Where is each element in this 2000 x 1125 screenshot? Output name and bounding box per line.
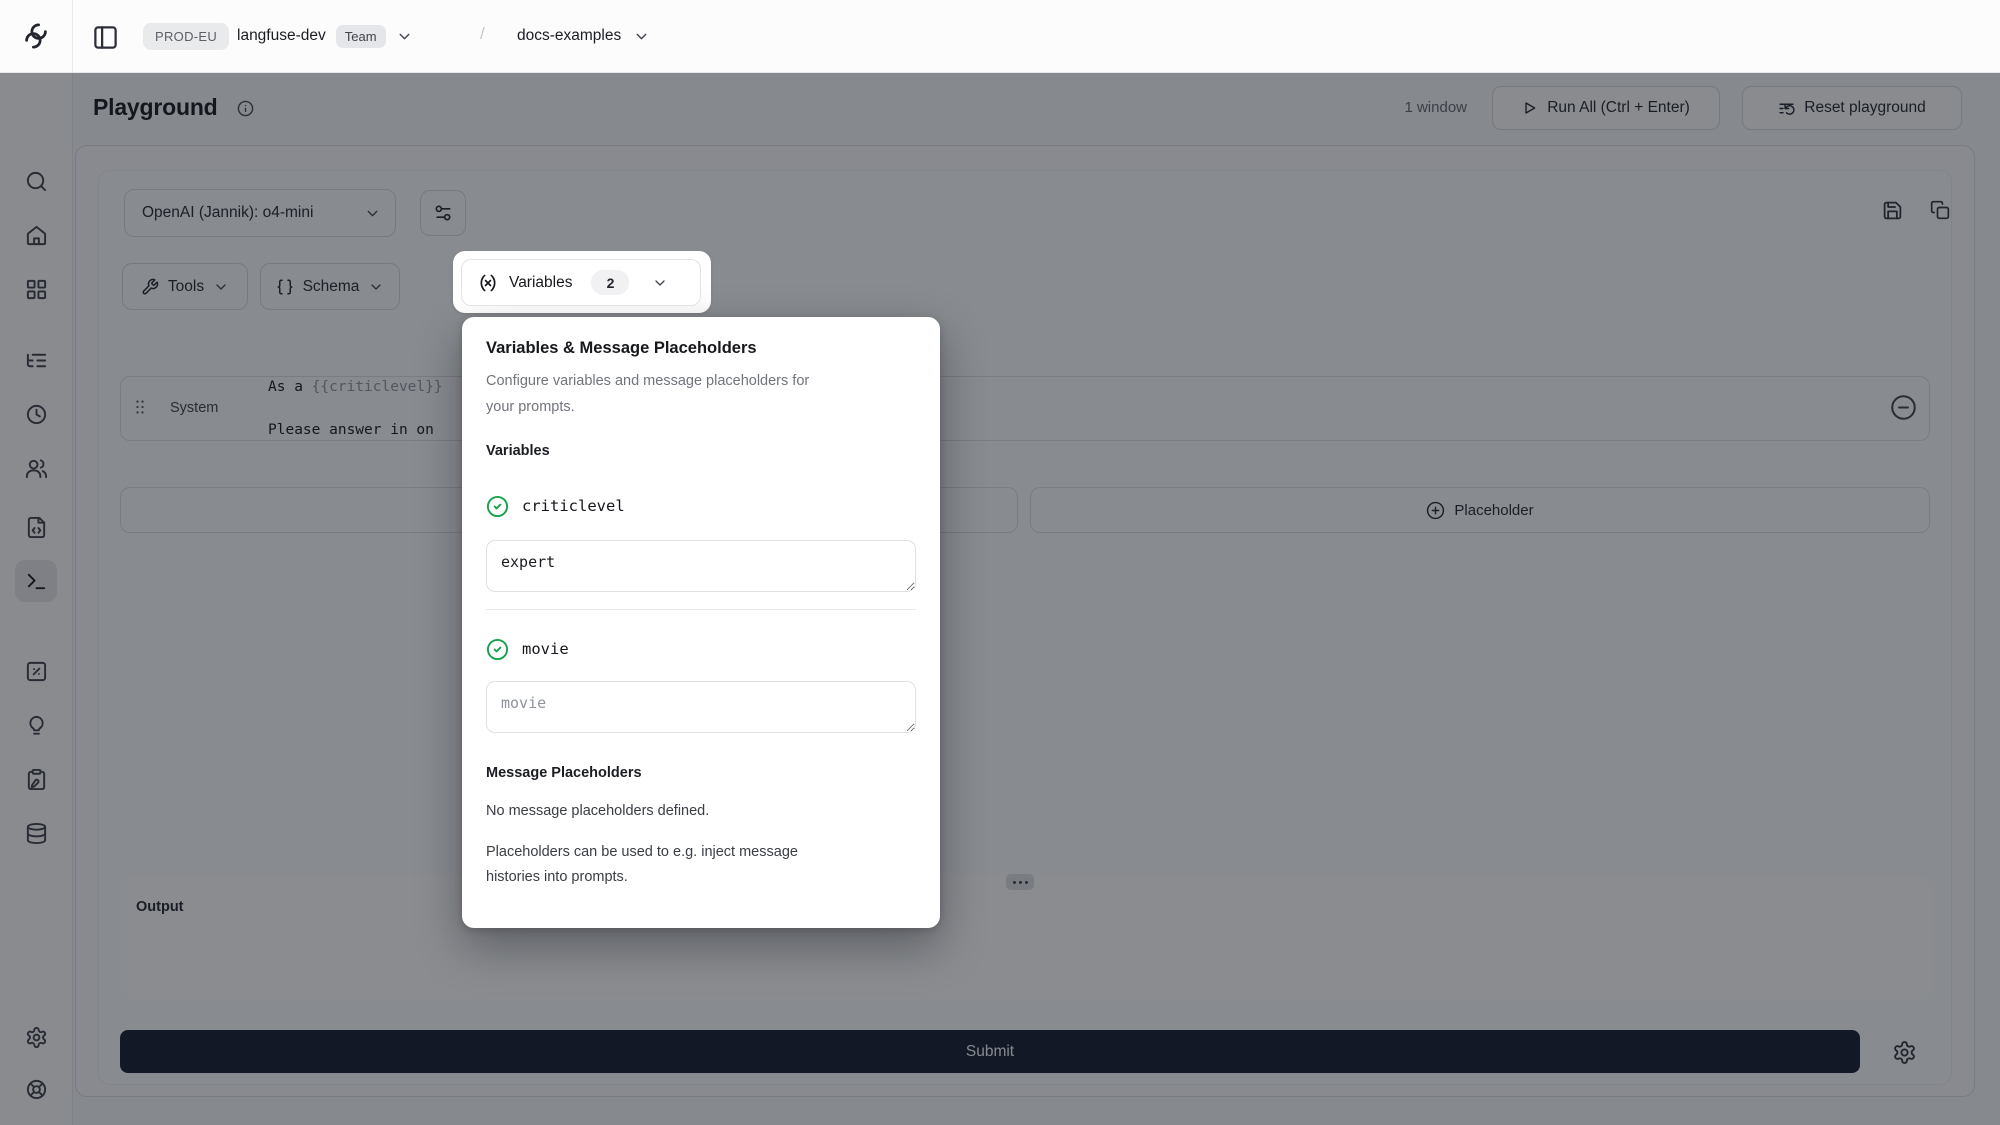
variables-popover: Variables & Message Placeholders Configu…	[462, 317, 940, 928]
divider	[486, 609, 916, 610]
popover-description: Configure variables and message placehol…	[486, 368, 836, 420]
logo-cell	[0, 0, 73, 72]
placeholders-hint-text: Placeholders can be used to e.g. inject …	[486, 840, 836, 890]
variable-value-input[interactable]: expert	[486, 540, 916, 592]
variables-label: Variables	[509, 274, 572, 292]
environment-badge: PROD-EU	[143, 23, 229, 50]
langfuse-logo-icon	[21, 21, 51, 51]
circle-check-icon	[486, 638, 509, 661]
variables-section-heading: Variables	[486, 442, 916, 460]
variable-icon	[478, 273, 498, 293]
circle-check-icon	[486, 495, 509, 518]
chevron-down-icon	[633, 28, 650, 45]
chevron-down-icon	[396, 28, 413, 45]
variable-row: movie	[486, 636, 916, 662]
chevron-down-icon	[652, 275, 668, 291]
variable-name: movie	[522, 640, 569, 658]
org-switcher[interactable]: langfuse-dev Team	[237, 16, 413, 56]
org-name: langfuse-dev	[237, 27, 326, 45]
popover-title: Variables & Message Placeholders	[486, 337, 916, 359]
project-switcher[interactable]: docs-examples	[517, 16, 650, 56]
variables-dropdown[interactable]: Variables 2	[461, 259, 701, 306]
sidebar-toggle-button[interactable]	[90, 22, 120, 52]
variable-value-input[interactable]	[486, 681, 916, 733]
variables-count-badge: 2	[591, 270, 629, 295]
variable-name: criticlevel	[522, 497, 625, 515]
project-name: docs-examples	[517, 27, 621, 45]
top-navbar: PROD-EU langfuse-dev Team / docs-example…	[0, 0, 2000, 73]
variable-row: criticlevel	[486, 493, 916, 519]
placeholders-section-heading: Message Placeholders	[486, 764, 916, 782]
playground-page: PROD-EU langfuse-dev Team / docs-example…	[0, 0, 2000, 1125]
dialog-overlay[interactable]	[0, 73, 2000, 1125]
panel-left-icon	[92, 24, 119, 51]
breadcrumb-separator: /	[480, 24, 485, 44]
placeholders-empty-text: No message placeholders defined.	[486, 799, 916, 824]
org-plan-badge: Team	[336, 25, 386, 48]
